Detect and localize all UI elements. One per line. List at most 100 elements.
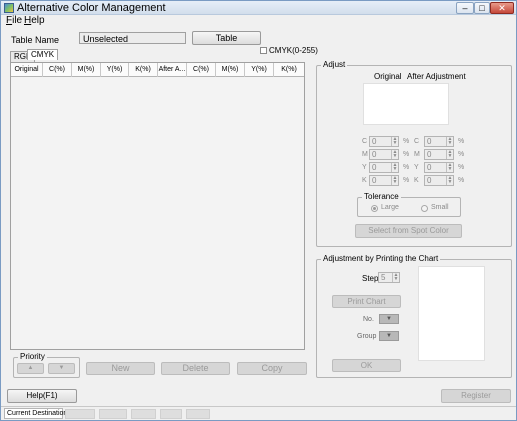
table-header: Original C(%) M(%) Y(%) K(%) After A... … [11,63,304,77]
spinner-arrows-icon: ▲ ▼ [446,162,453,172]
original-c-value: 0 [372,137,377,146]
column-header[interactable]: M(%) [72,63,101,77]
after-c-value: 0 [427,137,432,146]
tolerance-title: Tolerance [362,192,401,201]
status-segment [186,409,210,419]
after-k-spinner[interactable]: 0 ▲ ▼ [424,175,454,186]
title-bar[interactable]: Alternative Color Management – □ ✕ [1,1,516,15]
table-button[interactable]: Table [192,31,261,45]
tolerance-small-radio[interactable] [421,205,428,212]
menu-file[interactable]: File [6,15,22,26]
new-button[interactable]: New [86,362,155,375]
priority-up-button[interactable]: ▲ [17,363,44,374]
status-bar: Current Destination [1,406,516,420]
close-button[interactable]: ✕ [490,2,514,14]
spinner-arrows-icon: ▲ ▼ [391,162,398,172]
after-c-spinner[interactable]: 0 ▲ ▼ [424,136,454,147]
priority-title: Priority [18,352,47,361]
window-title: Alternative Color Management [17,2,166,14]
original-y-spinner[interactable]: 0 ▲ ▼ [369,162,399,173]
column-header[interactable]: After A... [158,63,187,77]
after-y-label: Y [414,164,419,171]
column-header[interactable]: K(%) [274,63,304,77]
original-m-unit: % [403,151,410,158]
after-y-spinner[interactable]: 0 ▲ ▼ [424,162,454,173]
column-header[interactable]: Original [11,63,43,77]
after-m-spinner[interactable]: 0 ▲ ▼ [424,149,454,160]
cmyk-0-255-checkbox[interactable] [260,47,267,54]
tolerance-small-label: Small [431,204,449,211]
step-label: Step [362,274,379,283]
after-k-value: 0 [427,176,432,185]
original-y-value: 0 [372,163,377,172]
tolerance-large-label: Large [381,204,399,211]
step-spinner[interactable]: 5 ▲ ▼ [378,272,400,283]
original-y-unit: % [403,164,410,171]
after-adjustment-label: After Adjustment [407,72,466,81]
copy-button[interactable]: Copy [237,362,307,375]
original-k-spinner[interactable]: 0 ▲ ▼ [369,175,399,186]
spinner-arrows-icon: ▲ ▼ [391,136,398,146]
column-header[interactable]: Y(%) [245,63,274,77]
chevron-down-icon: ▼ [386,316,392,322]
current-destination: Current Destination [4,408,67,419]
no-label: No. [363,316,374,323]
chart-preview [418,266,485,361]
original-m-spinner[interactable]: 0 ▲ ▼ [369,149,399,160]
column-header[interactable]: C(%) [43,63,72,77]
column-header[interactable]: M(%) [216,63,245,77]
menu-bar: File Help [1,15,516,27]
app-icon [4,3,14,13]
maximize-button[interactable]: □ [474,2,490,14]
original-label: Original [374,72,402,81]
after-m-unit: % [458,151,465,158]
spinner-arrows-icon: ▲ ▼ [446,149,453,159]
original-c-label: C [362,138,368,145]
original-m-label: M [362,151,368,158]
spinner-arrows-icon: ▲ ▼ [446,136,453,146]
group-dropdown[interactable]: ▼ [379,331,399,341]
spinner-arrows-icon: ▲ ▼ [391,175,398,185]
original-y-label: Y [362,164,367,171]
after-y-unit: % [458,164,465,171]
column-header[interactable]: Y(%) [101,63,129,77]
cmyk-0-255-label: CMYK(0-255) [269,46,318,55]
print-chart-button[interactable]: Print Chart [332,295,401,308]
color-table[interactable]: Original C(%) M(%) Y(%) K(%) After A... … [10,62,305,350]
original-c-spinner[interactable]: 0 ▲ ▼ [369,136,399,147]
original-m-value: 0 [372,150,377,159]
select-from-spot-color-button[interactable]: Select from Spot Color [355,224,462,238]
after-c-label: C [414,138,420,145]
table-name-field: Unselected [79,32,186,44]
spinner-arrows-icon: ▲ ▼ [392,272,399,282]
app-window: Alternative Color Management – □ ✕ File … [0,0,517,421]
column-header[interactable]: K(%) [129,63,158,77]
after-c-unit: % [458,138,465,145]
menu-help-label: elp [31,15,45,26]
after-m-label: M [414,151,420,158]
no-dropdown[interactable]: ▼ [379,314,399,324]
help-button[interactable]: Help(F1) [7,389,77,403]
original-k-label: K [362,177,367,184]
register-button[interactable]: Register [441,389,511,403]
table-name-label: Table Name [11,35,60,45]
adjust-title: Adjust [321,60,348,69]
group-label: Group [357,333,377,340]
delete-button[interactable]: Delete [161,362,230,375]
menu-help[interactable]: Help [24,15,45,26]
color-preview [363,83,449,125]
status-segment [160,409,182,419]
original-k-unit: % [403,177,410,184]
priority-down-button[interactable]: ▼ [48,363,75,374]
tab-cmyk[interactable]: CMYK [27,49,59,60]
ok-button[interactable]: OK [332,359,401,372]
status-segment [131,409,156,419]
after-m-value: 0 [427,150,432,159]
chart-adjust-title: Adjustment by Printing the Chart [321,254,441,263]
spinner-arrows-icon: ▲ ▼ [391,149,398,159]
minimize-button[interactable]: – [456,2,474,14]
column-header[interactable]: C(%) [187,63,216,77]
tolerance-large-radio[interactable] [371,205,378,212]
after-y-value: 0 [427,163,432,172]
after-k-label: K [414,177,419,184]
